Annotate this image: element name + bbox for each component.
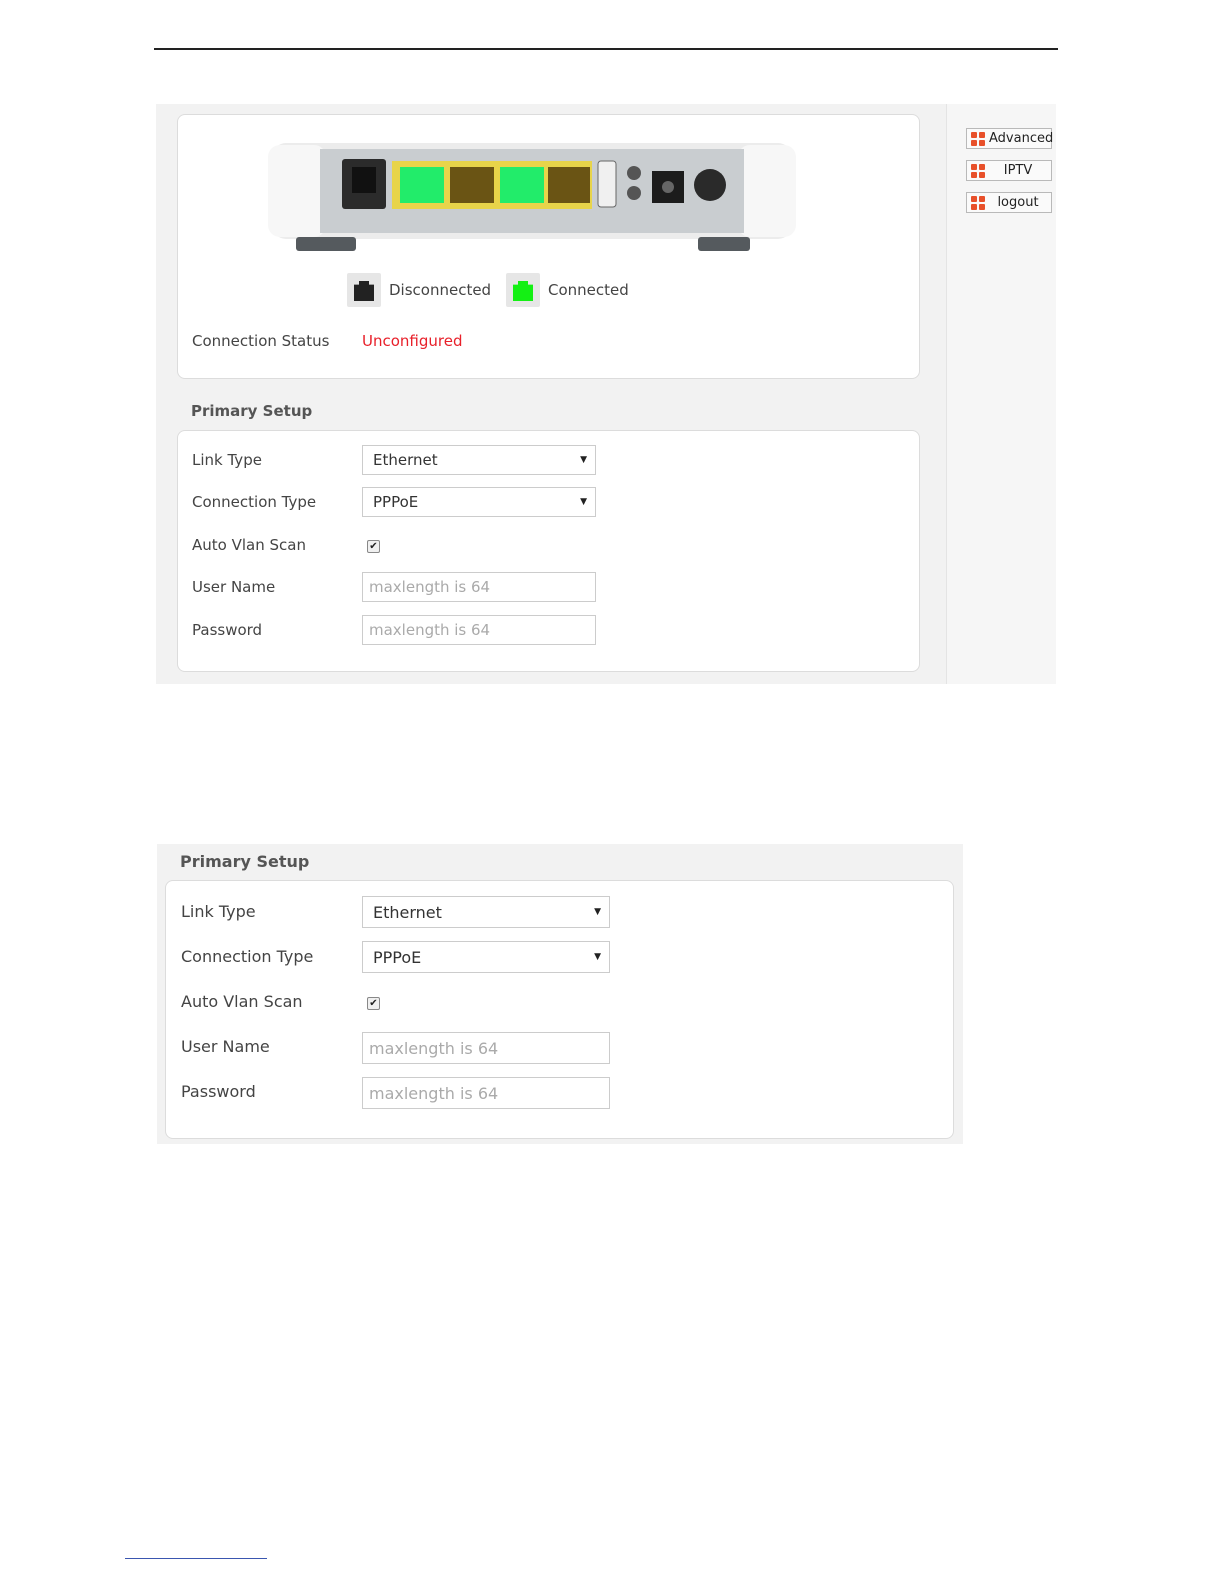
iptv-button[interactable]: IPTV (966, 160, 1052, 181)
auto-vlan-scan-label: Auto Vlan Scan (181, 992, 303, 1011)
password-label: Password (192, 621, 263, 639)
connection-status-label: Connection Status (192, 332, 330, 350)
user-name-input[interactable] (362, 572, 596, 602)
auto-vlan-scan-checkbox[interactable]: ✔ (367, 540, 380, 553)
connection-type-label: Connection Type (192, 493, 317, 511)
dropdown-arrow-icon: ▼ (580, 497, 587, 507)
advanced-button-label: Advanced (989, 131, 1054, 146)
connection-type-value: PPPoE (373, 493, 419, 511)
legend-connected-label: Connected (548, 281, 629, 299)
link-type-value: Ethernet (373, 451, 438, 469)
orange-grid-icon (971, 131, 985, 146)
connection-status-value: Unconfigured (362, 332, 463, 350)
orange-grid-icon (971, 195, 985, 210)
password-input[interactable] (362, 1077, 610, 1109)
user-name-label: User Name (181, 1037, 270, 1056)
logout-button[interactable]: logout (966, 192, 1052, 213)
primary-setup-screenshot: Primary Setup Link Type Ethernet ▼ Conne… (157, 844, 963, 1144)
orange-grid-icon (971, 163, 985, 178)
dropdown-arrow-icon: ▼ (594, 952, 601, 962)
dropdown-arrow-icon: ▼ (580, 455, 587, 465)
password-label: Password (181, 1082, 256, 1101)
connection-type-select[interactable]: PPPoE ▼ (362, 941, 610, 973)
sidebar (946, 104, 1056, 684)
connected-port-icon (506, 273, 540, 307)
connection-status-panel: Disconnected Connected Connection Status… (177, 114, 920, 379)
dropdown-arrow-icon: ▼ (594, 907, 601, 917)
connection-type-value: PPPoE (373, 947, 422, 967)
advanced-button[interactable]: Advanced (966, 128, 1053, 149)
primary-setup-title: Primary Setup (191, 402, 313, 420)
disconnected-port-icon (347, 273, 381, 307)
link-type-select[interactable]: Ethernet ▼ (362, 896, 610, 928)
link-type-value: Ethernet (373, 902, 442, 922)
connection-type-label: Connection Type (181, 947, 314, 966)
auto-vlan-scan-label: Auto Vlan Scan (192, 536, 306, 554)
link-type-label: Link Type (181, 902, 256, 921)
user-name-label: User Name (192, 578, 276, 596)
legend-disconnected: Disconnected (347, 273, 491, 307)
primary-setup-panel: Link Type Ethernet ▼ Connection Type PPP… (177, 430, 920, 672)
primary-setup-panel: Link Type Ethernet ▼ Connection Type PPP… (165, 880, 954, 1139)
primary-setup-title: Primary Setup (180, 852, 310, 871)
auto-vlan-scan-checkbox[interactable]: ✔ (367, 997, 380, 1010)
user-name-input[interactable] (362, 1032, 610, 1064)
password-input[interactable] (362, 615, 596, 645)
legend-connected: Connected (506, 273, 629, 307)
link-type-select[interactable]: Ethernet ▼ (362, 445, 596, 475)
connection-type-select[interactable]: PPPoE ▼ (362, 487, 596, 517)
footnote-rule (125, 1558, 267, 1559)
logout-button-label: logout (997, 195, 1039, 210)
router-config-screenshot: Disconnected Connected Connection Status… (156, 104, 1056, 684)
iptv-button-label: IPTV (1003, 163, 1033, 178)
header-rule (154, 48, 1058, 50)
legend-disconnected-label: Disconnected (389, 281, 492, 299)
router-back-panel-image (268, 143, 796, 251)
link-type-label: Link Type (192, 451, 262, 469)
